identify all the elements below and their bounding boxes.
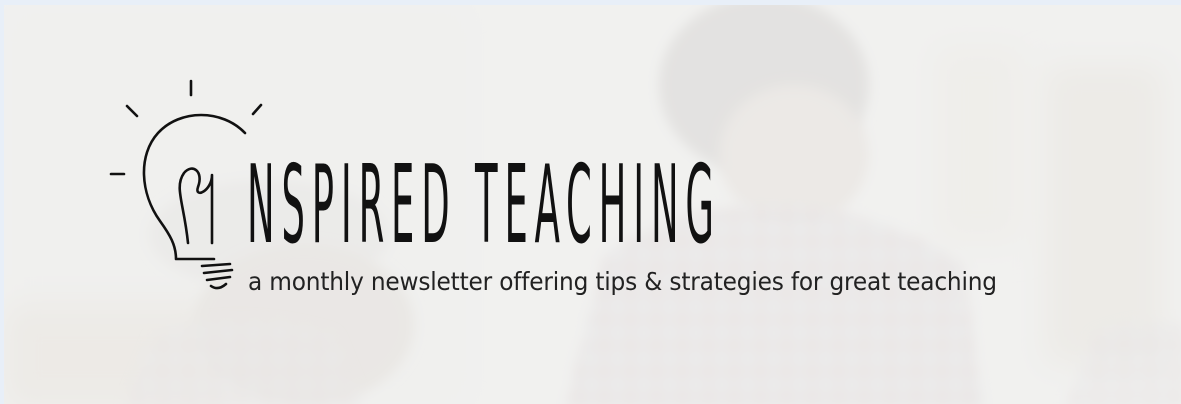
newsletter-tagline: a monthly newsletter offering tips & str… [248,267,997,296]
lightbulb-icon [109,79,263,290]
newsletter-title: NSPIRED TEACHING [247,143,721,268]
newsletter-banner: NSPIRED TEACHING a monthly newsletter of… [0,0,1181,404]
